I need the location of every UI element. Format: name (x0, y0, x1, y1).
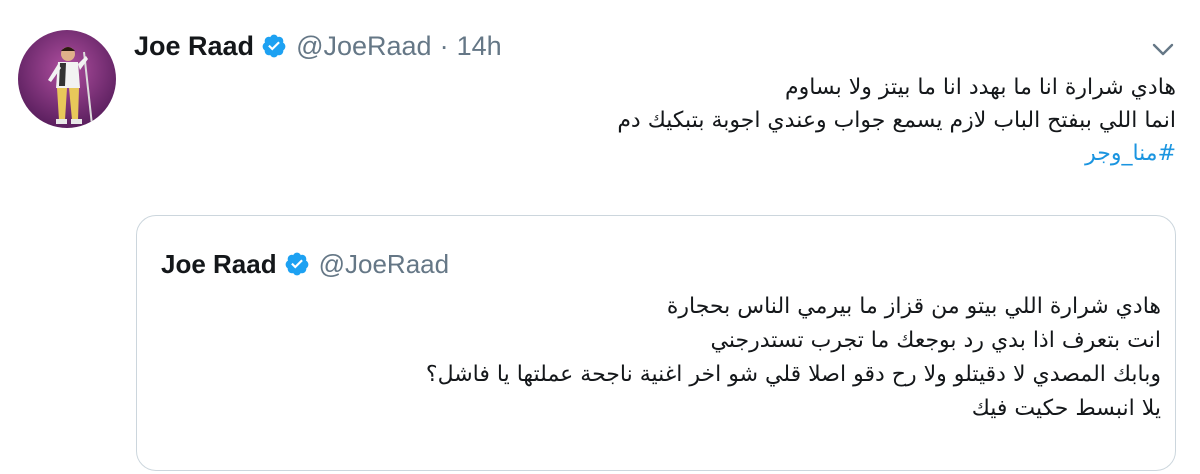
profile-photo (18, 30, 116, 128)
quoted-tweet[interactable]: Joe Raad @JoeRaad هادي شرارة اللي بيتو م… (136, 215, 1176, 471)
quoted-tweet-header: Joe Raad @JoeRaad (161, 244, 449, 284)
tweet-text: هادي شرارة انا ما بهدد انا ما بيتز ولا ب… (176, 71, 1176, 170)
quoted-text-line: وبابك المصدي لا دقيتلو ولا رح دقو اصلا ق… (425, 362, 1161, 387)
quoted-tweet-text: هادي شرارة اللي بيتو من قزاز ما بيرمي ال… (161, 290, 1161, 426)
separator-dot: · (439, 30, 449, 61)
verified-badge-icon (284, 251, 310, 277)
tweet-text-line: هادي شرارة انا ما بهدد انا ما بيتز ولا ب… (785, 75, 1176, 100)
tweet-text-line: انما اللي ببفتح الباب لازم يسمع جواب وعن… (617, 108, 1176, 133)
quoted-display-name: Joe Raad (161, 248, 277, 279)
hashtag-link[interactable]: #منا_وجر (176, 137, 1176, 170)
handle[interactable]: @JoeRaad (296, 31, 432, 62)
quoted-text-line: هادي شرارة اللي بيتو من قزاز ما بيرمي ال… (666, 294, 1161, 319)
tweet: Joe Raad @JoeRaad · 14h هادي شرارة انا م… (0, 0, 1200, 474)
avatar[interactable] (18, 30, 116, 128)
quoted-text-line: انت بتعرف اذا بدي رد بوجعك ما تجرب تستدر… (710, 328, 1161, 353)
verified-badge-icon (261, 33, 287, 59)
quoted-handle: @JoeRaad (318, 248, 450, 279)
timestamp[interactable]: 14h (457, 31, 502, 62)
quoted-text-line: يلا انبسط حكيت فيك (971, 396, 1161, 421)
chevron-down-icon[interactable] (1150, 36, 1176, 62)
tweet-header: Joe Raad @JoeRaad · 14h (134, 26, 502, 66)
display-name[interactable]: Joe Raad (134, 31, 254, 62)
